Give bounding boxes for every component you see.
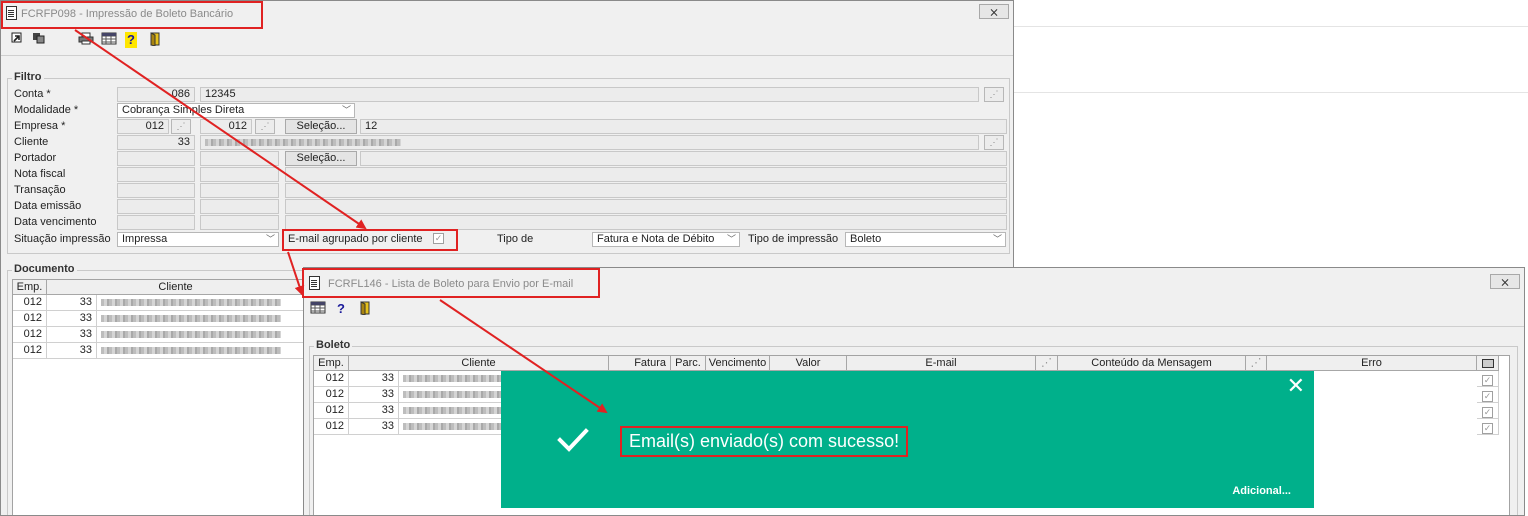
arrow-to-email-agrupado bbox=[74, 29, 367, 230]
arrow-to-email-window bbox=[287, 251, 305, 296]
arrow-to-toast-message bbox=[439, 299, 608, 414]
annotation-arrows bbox=[74, 29, 608, 414]
